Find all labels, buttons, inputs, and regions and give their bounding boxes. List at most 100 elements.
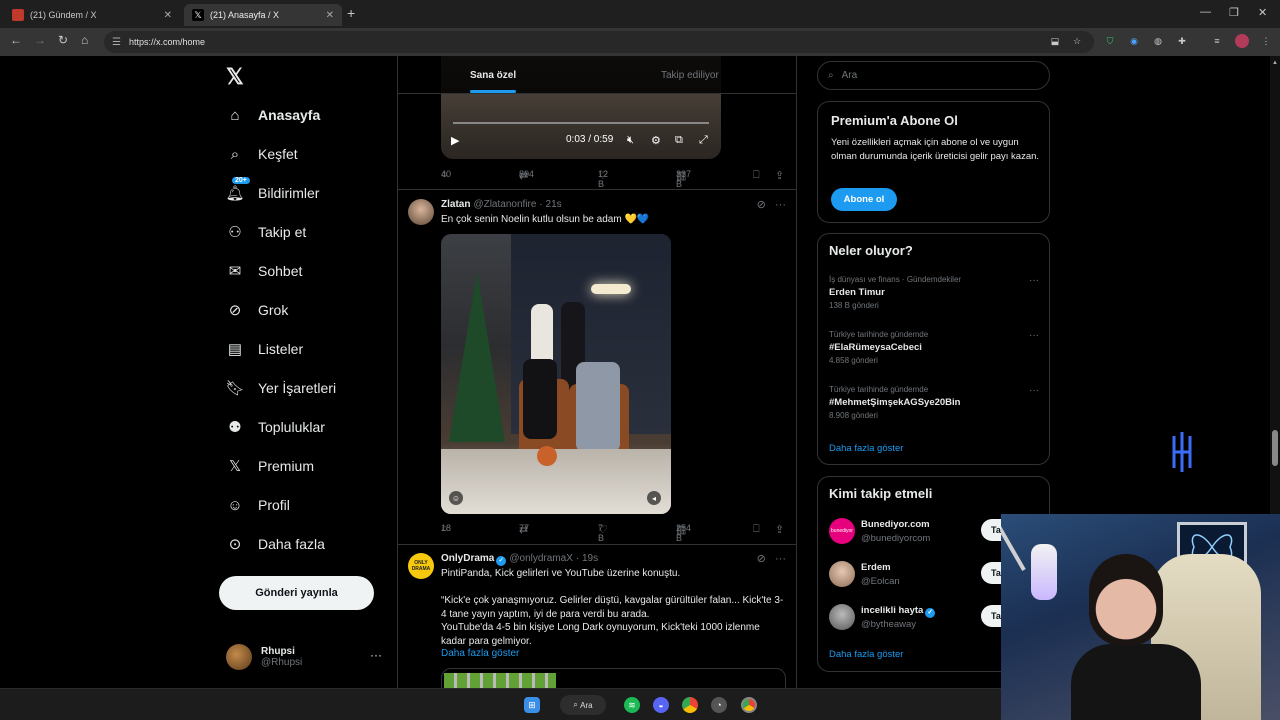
scrollbar-thumb[interactable] xyxy=(1272,430,1278,466)
follow-show-more-link[interactable]: Daha fazla göster xyxy=(829,649,903,660)
x-logo-icon[interactable]: 𝕏 xyxy=(226,64,244,90)
tweet-author-name[interactable]: Zlatan xyxy=(441,199,470,210)
more-dots-icon[interactable]: ··· xyxy=(1029,385,1039,396)
home-browser-icon[interactable]: ⌂ xyxy=(81,33,88,47)
minimize-icon[interactable]: — xyxy=(1200,6,1211,18)
tweet-author-handle[interactable]: @onlydramaX xyxy=(509,553,573,564)
tab-close-icon[interactable]: ✕ xyxy=(164,10,172,21)
tweet-author-name[interactable]: OnlyDrama xyxy=(441,553,494,564)
tweet-author-handle[interactable]: @Zlatanonfire xyxy=(473,199,536,210)
bookmark-star-icon[interactable]: ☆ xyxy=(1070,34,1084,48)
back-icon[interactable]: ← xyxy=(10,33,22,47)
video-progress-bar[interactable] xyxy=(453,122,709,124)
user-tag-icon[interactable]: ☺ xyxy=(449,491,463,505)
nav-item-more[interactable]: ⊙ Daha fazla xyxy=(226,535,325,553)
address-bar[interactable]: ☰ https://x.com/home xyxy=(104,31,1094,53)
spotify-icon[interactable]: ≋ xyxy=(624,697,640,713)
fullscreen-icon[interactable]: ⤢ xyxy=(699,134,708,147)
grok-icon[interactable]: ⊘ xyxy=(757,199,766,211)
nav-item-explore[interactable]: ⌕ Keşfet xyxy=(226,145,298,163)
play-icon[interactable]: ▶ xyxy=(451,134,459,147)
trend-item[interactable]: Türkiye tarihinde gündemde #ElaRümeysaCe… xyxy=(829,330,1039,365)
window-close-icon[interactable]: ✕ xyxy=(1258,6,1267,19)
suggestion-name: incelikli hayta ✓ xyxy=(861,605,936,618)
windows-start-icon[interactable]: ⊞ xyxy=(524,697,540,713)
grok-icon[interactable]: ⊘ xyxy=(757,553,766,565)
post-button[interactable]: Gönderi yayınla xyxy=(219,576,374,610)
nav-item-premium[interactable]: 𝕏 Premium xyxy=(226,457,314,475)
puzzle-icon[interactable]: ✚ xyxy=(1175,34,1189,48)
nav-item-notifications[interactable]: 🔔︎ 20+ Bildirimler xyxy=(225,177,319,202)
more-dots-icon[interactable]: ··· xyxy=(1029,275,1039,286)
nav-label: Anasayfa xyxy=(258,107,321,123)
site-info-icon[interactable]: ☰ xyxy=(112,37,121,48)
trend-item[interactable]: Türkiye tarihinde gündemde #MehmetŞimşek… xyxy=(829,385,1039,420)
profile-avatar-icon[interactable] xyxy=(1235,34,1249,48)
trend-item[interactable]: İş dünyası ve finans · Gündemdekiler Erd… xyxy=(829,275,1039,310)
tweet-text: En çok senin Noelin kutlu olsun be adam … xyxy=(441,214,650,225)
extension-icon[interactable]: ◍ xyxy=(1151,34,1165,48)
tweet-time[interactable]: · 21s xyxy=(539,199,561,210)
more-dots-icon[interactable]: ··· xyxy=(775,199,786,211)
nav-item-home[interactable]: ⌂ Anasayfa xyxy=(226,106,320,124)
tab-following[interactable]: Takip ediliyor xyxy=(661,70,719,81)
avatar[interactable] xyxy=(408,199,434,225)
tweet-actions: ○ 18 ⇄ 77 ♡ 7 B ▥ 254 B ⎕ ⇪ xyxy=(441,523,786,543)
tab-favicon-icon xyxy=(12,9,24,21)
nav-item-communities[interactable]: ⚉ Topluluklar xyxy=(226,418,325,436)
taskbar-search[interactable]: ⌕ Ara xyxy=(560,695,606,715)
nav-item-lists[interactable]: ▤ Listeler xyxy=(226,340,303,358)
discord-icon[interactable]: ◒ xyxy=(653,697,669,713)
search-icon: ⌕ xyxy=(573,700,581,709)
verified-icon: ✓ xyxy=(925,608,936,618)
audio-extension-icon[interactable]: ◉ xyxy=(1127,34,1141,48)
tweet-media-preview[interactable] xyxy=(441,668,786,688)
avatar xyxy=(829,561,855,587)
browser-tab-gundem[interactable]: (21) Gündem / X ✕ xyxy=(4,4,180,26)
more-dots-icon[interactable]: ··· xyxy=(370,648,382,662)
nav-item-grok[interactable]: ⊘ Grok xyxy=(226,301,289,319)
account-switcher[interactable]: Rhupsi @Rhupsi ··· xyxy=(226,644,382,670)
premium-title: Premium'a Abone Ol xyxy=(831,113,958,128)
obs-icon[interactable]: ◔ xyxy=(711,697,727,713)
shield-extension-icon[interactable]: ⛉ xyxy=(1103,34,1117,48)
floating-app-logo-icon[interactable] xyxy=(1170,432,1194,472)
chrome-icon[interactable] xyxy=(682,697,698,713)
tweet-time[interactable]: · 19s xyxy=(576,553,598,564)
show-more-link[interactable]: Daha fazla göster xyxy=(441,647,786,661)
nav-item-chat[interactable]: ✉ Sohbet xyxy=(226,262,303,280)
nav-item-bookmarks[interactable]: 🔖︎ Yer İşaretleri xyxy=(225,379,336,397)
like-count: 12 B xyxy=(598,169,609,189)
bookmark-icon: ⎕ xyxy=(753,523,760,535)
photo-sound-icon[interactable]: ◂ xyxy=(647,491,661,505)
mute-icon[interactable]: 🔇︎ xyxy=(627,134,634,147)
menu-dots-icon[interactable]: ⋮ xyxy=(1259,34,1273,48)
nav-item-profile[interactable]: ☺ Profil xyxy=(226,496,290,514)
premium-card: Premium'a Abone Ol Yeni özellikleri açma… xyxy=(817,101,1050,223)
divider xyxy=(398,544,796,545)
chrome-active-icon[interactable] xyxy=(741,697,757,713)
suggestion-handle: @bytheaway xyxy=(861,619,917,630)
forward-icon[interactable]: → xyxy=(34,33,46,47)
browser-tab-anasayfa[interactable]: 𝕏 (21) Anasayfa / X ✕ xyxy=(184,4,342,26)
maximize-icon[interactable]: ❐ xyxy=(1229,6,1239,19)
reload-icon[interactable]: ↻ xyxy=(58,33,68,47)
new-tab-button[interactable]: + xyxy=(347,5,355,21)
tweet-photo[interactable]: ☺ ◂ xyxy=(441,234,671,514)
scroll-up-icon[interactable]: ▲ xyxy=(1272,60,1278,66)
install-icon[interactable]: ⬓ xyxy=(1048,34,1062,48)
search-input[interactable]: ⌕ Ara xyxy=(817,61,1050,90)
tab-close-icon[interactable]: ✕ xyxy=(326,10,334,21)
more-dots-icon[interactable]: ··· xyxy=(1029,330,1039,341)
profile-name: Rhupsi xyxy=(261,646,295,657)
media-control-icon[interactable]: ≡ xyxy=(1210,34,1224,48)
nav-item-follow[interactable]: ⚇ Takip et xyxy=(226,223,306,241)
subscribe-button[interactable]: Abone ol xyxy=(831,188,897,211)
more-dots-icon[interactable]: ··· xyxy=(775,553,786,565)
tab-for-you[interactable]: Sana özel xyxy=(470,70,516,81)
settings-gear-icon[interactable]: ⚙ xyxy=(651,134,661,147)
trends-show-more-link[interactable]: Daha fazla göster xyxy=(829,443,903,454)
pip-icon[interactable]: ⧉ xyxy=(675,134,683,147)
avatar[interactable]: ONLY DRAMA xyxy=(408,553,434,579)
mic-arm-detail xyxy=(1001,517,1026,571)
